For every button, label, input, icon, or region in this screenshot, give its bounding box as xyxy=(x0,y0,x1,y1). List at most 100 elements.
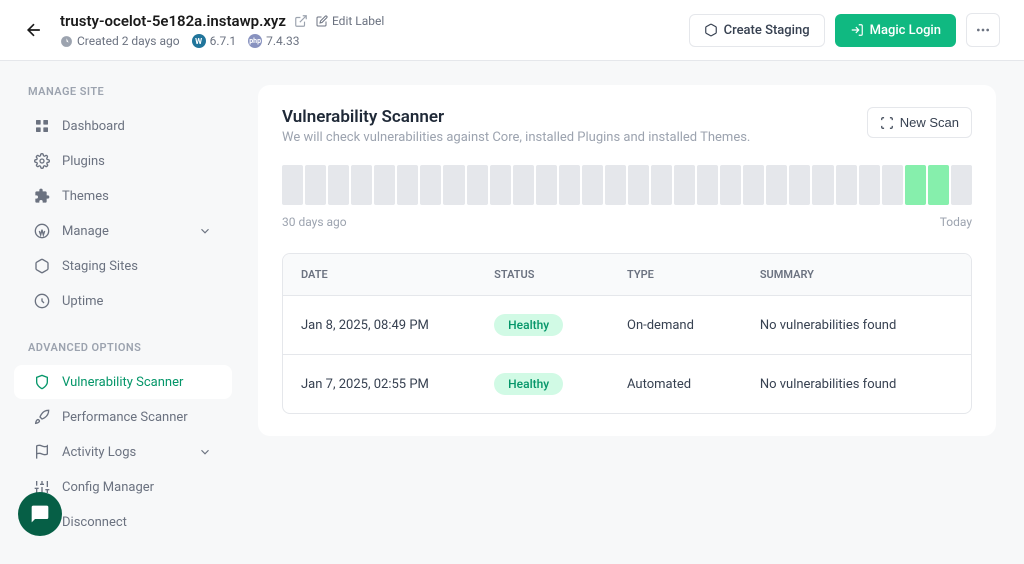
cell-status: Healthy xyxy=(494,314,627,336)
created-meta: Created 2 days ago xyxy=(60,34,180,48)
activity-bar xyxy=(720,165,741,205)
main-content: Vulnerability Scanner We will check vuln… xyxy=(238,61,1016,564)
cell-type: Automated xyxy=(627,377,760,392)
wordpress-icon: W xyxy=(192,34,206,48)
site-title: trusty-ocelot-5e182a.instawp.xyz xyxy=(60,12,286,30)
magic-login-label: Magic Login xyxy=(870,23,941,38)
sidebar-item-staging-sites[interactable]: Staging Sites xyxy=(14,249,232,283)
scanner-panel: Vulnerability Scanner We will check vuln… xyxy=(258,85,996,436)
activity-bar xyxy=(743,165,764,205)
sidebar-item-performance-scanner[interactable]: Performance Scanner xyxy=(14,400,232,434)
uptime-icon xyxy=(34,293,50,309)
activity-bar xyxy=(328,165,349,205)
clock-icon xyxy=(60,35,73,48)
chat-button[interactable] xyxy=(18,492,62,536)
new-scan-button[interactable]: New Scan xyxy=(867,107,972,138)
activity-bar xyxy=(766,165,787,205)
sidebar: MANAGE SITE Dashboard Plugins Themes Man… xyxy=(8,61,238,564)
app-header: trusty-ocelot-5e182a.instawp.xyz Edit La… xyxy=(0,0,1024,61)
sidebar-item-dashboard[interactable]: Dashboard xyxy=(14,109,232,143)
sidebar-item-uptime[interactable]: Uptime xyxy=(14,284,232,318)
login-icon xyxy=(850,23,864,37)
sidebar-item-label: Disconnect xyxy=(62,515,127,530)
sidebar-item-label: Uptime xyxy=(62,294,103,309)
sidebar-item-label: Performance Scanner xyxy=(62,410,188,425)
cell-type: On-demand xyxy=(627,318,760,333)
activity-chart: 30 days ago Today xyxy=(282,165,972,229)
activity-bar xyxy=(305,165,326,205)
activity-bar xyxy=(951,165,972,205)
activity-bar xyxy=(812,165,833,205)
sidebar-item-label: Staging Sites xyxy=(62,259,138,274)
sidebar-item-themes[interactable]: Themes xyxy=(14,179,232,213)
box-icon xyxy=(704,23,718,37)
layers-icon xyxy=(34,258,50,274)
sidebar-item-plugins[interactable]: Plugins xyxy=(14,144,232,178)
activity-bar xyxy=(674,165,695,205)
grid-icon xyxy=(34,118,50,134)
activity-bar xyxy=(582,165,603,205)
cell-date: Jan 7, 2025, 02:55 PM xyxy=(301,377,494,392)
magic-login-button[interactable]: Magic Login xyxy=(835,14,956,47)
chevron-down-icon xyxy=(198,224,212,238)
new-scan-label: New Scan xyxy=(900,115,959,130)
col-status: STATUS xyxy=(494,268,627,281)
sidebar-item-label: Config Manager xyxy=(62,480,154,495)
sidebar-item-label: Plugins xyxy=(62,154,105,169)
activity-bar xyxy=(490,165,511,205)
edit-label-text: Edit Label xyxy=(332,14,384,28)
sidebar-item-label: Themes xyxy=(62,189,109,204)
chart-label-right: Today xyxy=(940,215,972,229)
create-staging-label: Create Staging xyxy=(724,23,810,38)
scan-icon xyxy=(880,116,894,130)
activity-bar xyxy=(559,165,580,205)
gear-icon xyxy=(34,153,50,169)
cell-date: Jan 8, 2025, 08:49 PM xyxy=(301,318,494,333)
puzzle-icon xyxy=(34,188,50,204)
chart-label-left: 30 days ago xyxy=(282,215,347,229)
edit-icon xyxy=(316,15,328,27)
sidebar-item-label: Manage xyxy=(62,224,109,239)
table-row[interactable]: Jan 8, 2025, 08:49 PMHealthyOn-demandNo … xyxy=(283,295,971,354)
arrow-left-icon xyxy=(24,20,44,40)
col-summary: SUMMARY xyxy=(760,268,953,281)
status-badge: Healthy xyxy=(494,373,563,395)
back-button[interactable] xyxy=(24,20,44,40)
activity-bar xyxy=(536,165,557,205)
status-badge: Healthy xyxy=(494,314,563,336)
php-version-meta: php 7.4.33 xyxy=(248,34,299,48)
table-header: DATE STATUS TYPE SUMMARY xyxy=(283,254,971,295)
activity-bar xyxy=(836,165,857,205)
sidebar-item-label: Dashboard xyxy=(62,119,125,134)
activity-bar xyxy=(467,165,488,205)
create-staging-button[interactable]: Create Staging xyxy=(689,14,825,47)
activity-bar xyxy=(697,165,718,205)
sidebar-item-activity-logs[interactable]: Activity Logs xyxy=(14,435,232,469)
activity-bar xyxy=(628,165,649,205)
sidebar-item-label: Activity Logs xyxy=(62,445,136,460)
activity-bar xyxy=(928,165,949,205)
chat-icon xyxy=(30,504,50,524)
activity-bar xyxy=(443,165,464,205)
external-link-icon[interactable] xyxy=(294,14,308,28)
rocket-icon xyxy=(34,409,50,425)
col-type: TYPE xyxy=(627,268,760,281)
panel-subtitle: We will check vulnerabilities against Co… xyxy=(282,130,750,145)
chevron-down-icon xyxy=(198,445,212,459)
table-row[interactable]: Jan 7, 2025, 02:55 PMHealthy AutomatedNo … xyxy=(283,354,971,413)
php-icon: php xyxy=(248,34,262,48)
sidebar-item-manage[interactable]: Manage xyxy=(14,214,232,248)
sidebar-item-label: Vulnerability Scanner xyxy=(62,375,183,390)
activity-bar xyxy=(282,165,303,205)
edit-label-button[interactable]: Edit Label xyxy=(316,14,384,28)
flag-icon xyxy=(34,444,50,460)
activity-bar xyxy=(882,165,903,205)
wp-version-meta: W 6.7.1 xyxy=(192,34,237,48)
section-advanced-options: ADVANCED OPTIONS xyxy=(8,341,238,364)
sidebar-item-vulnerability-scanner[interactable]: Vulnerability Scanner xyxy=(14,365,232,399)
shield-icon xyxy=(34,374,50,390)
more-options-button[interactable] xyxy=(966,13,1000,47)
activity-bar xyxy=(605,165,626,205)
activity-bar xyxy=(905,165,926,205)
cell-summary: No vulnerabilities found xyxy=(760,377,953,392)
